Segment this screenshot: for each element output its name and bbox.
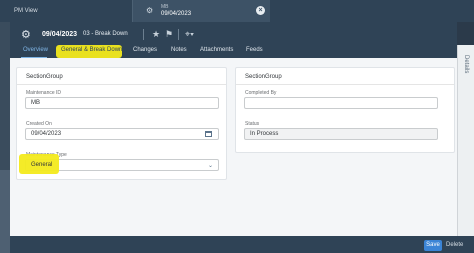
tab-pm-view-label: PM View xyxy=(14,8,38,14)
details-label: Details xyxy=(463,55,469,74)
created-on-field[interactable]: 09/04/2023 xyxy=(25,128,219,140)
card-divider xyxy=(17,84,226,85)
tab-attachments[interactable]: Attachments xyxy=(200,47,233,53)
object-date: 09/04/2023 xyxy=(42,31,78,38)
tab-subtitle: MB xyxy=(161,4,169,10)
created-on-label: Created On xyxy=(26,121,52,127)
star-icon[interactable]: ★ xyxy=(152,28,160,40)
created-on-value: 09/04/2023 xyxy=(31,131,62,137)
maintenance-type-select[interactable]: General ⌄ xyxy=(19,154,219,174)
workorder-icon: ⚙ xyxy=(146,6,154,15)
tab-feeds[interactable]: Feeds xyxy=(246,47,263,53)
section-nav: Overview General & Break Down Changes No… xyxy=(10,45,457,58)
section-card-right: SectionGroup Completed By Status In Proc… xyxy=(235,67,455,153)
maintenance-icon: ⚙ xyxy=(21,29,31,41)
maintenance-id-label: Maintenance ID xyxy=(26,90,62,96)
maintenance-id-value: MB xyxy=(31,100,40,106)
left-strip xyxy=(0,22,10,253)
tab-work-order[interactable]: ⚙ MB 09/04/2023 × xyxy=(132,0,270,22)
tab-pm-view[interactable]: PM View xyxy=(0,0,132,22)
card-title: SectionGroup xyxy=(245,74,282,80)
left-strip-lower xyxy=(0,170,10,253)
status-field: In Process xyxy=(244,128,438,140)
status-label: Status xyxy=(245,121,260,127)
card-title: SectionGroup xyxy=(26,74,63,80)
status-value: In Process xyxy=(250,131,279,137)
object-type: 03 - Break Down xyxy=(83,31,128,37)
card-divider xyxy=(236,84,454,85)
save-button[interactable]: Save xyxy=(424,240,442,251)
details-side-panel[interactable]: Details xyxy=(457,45,474,236)
completed-by-field[interactable] xyxy=(244,97,438,109)
top-tab-bar: PM View ⚙ MB 09/04/2023 × xyxy=(0,0,474,22)
tab-notes[interactable]: Notes xyxy=(171,47,187,53)
calendar-icon[interactable] xyxy=(205,131,212,137)
section-card-left: SectionGroup Maintenance ID MB Created O… xyxy=(16,67,227,180)
delete-button[interactable]: Delete xyxy=(446,240,463,251)
completed-by-label: Completed By xyxy=(245,90,277,96)
tab-overview[interactable]: Overview xyxy=(23,47,48,53)
tag-icon[interactable]: ⌖▾ xyxy=(185,28,194,40)
tab-changes[interactable]: Changes xyxy=(133,47,157,53)
header-divider xyxy=(178,29,179,40)
footer-toolbar: Save Delete xyxy=(10,236,474,253)
chevron-down-icon: ⌄ xyxy=(207,163,213,169)
maintenance-type-value: General xyxy=(31,162,53,168)
flag-icon[interactable]: ⚑ xyxy=(165,28,173,40)
maintenance-id-field[interactable]: MB xyxy=(25,97,219,109)
tab-title: 09/04/2023 xyxy=(161,11,192,17)
header-divider xyxy=(143,29,144,40)
tab-general-break-down[interactable]: General & Break Down xyxy=(61,47,122,53)
close-icon[interactable]: × xyxy=(256,6,265,15)
content-area: SectionGroup Maintenance ID MB Created O… xyxy=(10,58,457,236)
